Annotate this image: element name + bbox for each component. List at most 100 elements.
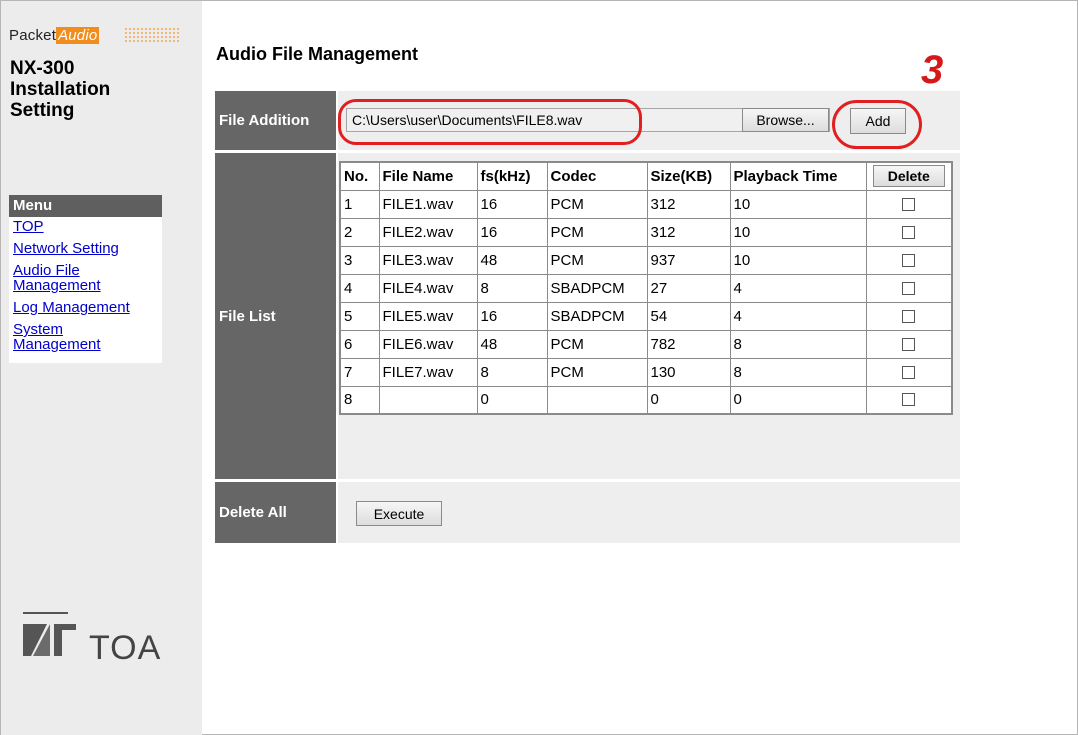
cell-delete-checkbox (865, 301, 953, 331)
delete-checkbox[interactable] (902, 281, 916, 295)
cell-playback-time: 10 (729, 189, 867, 219)
sidebar: Packet Audio NX-300 Installation Setting … (1, 1, 202, 735)
menu-header: Menu (9, 195, 162, 217)
menu-list: TOP Network Setting Audio File Managemen… (9, 217, 162, 363)
cell-fs: 0 (476, 385, 548, 415)
cell-size: 312 (646, 217, 731, 247)
cell-file-name: FILE3.wav (378, 245, 478, 275)
cell-fs: 8 (476, 273, 548, 303)
cell-no: 1 (339, 189, 380, 219)
table-row: 7 FILE7.wav 8 PCM 130 8 (339, 357, 953, 387)
product-model: NX-300 (10, 58, 75, 79)
cell-file-name: FILE4.wav (378, 273, 478, 303)
cell-playback-time: 8 (729, 329, 867, 359)
cell-delete-checkbox (865, 217, 953, 247)
cell-codec: SBADPCM (546, 301, 648, 331)
cell-size: 0 (646, 385, 731, 415)
delete-checkbox[interactable] (902, 337, 916, 351)
cell-delete-checkbox (865, 245, 953, 275)
col-playback-time: Playback Time (729, 161, 867, 191)
cell-file-name: FILE6.wav (378, 329, 478, 359)
table-row: 2 FILE2.wav 16 PCM 312 10 (339, 217, 953, 247)
cell-fs: 16 (476, 301, 548, 331)
delete-checkbox[interactable] (902, 365, 916, 379)
cell-file-name: FILE7.wav (378, 357, 478, 387)
cell-delete-checkbox (865, 329, 953, 359)
delete-checkbox[interactable] (902, 309, 916, 323)
product-title: NX-300 Installation Setting (10, 58, 110, 121)
browse-button[interactable]: Browse... (742, 108, 829, 132)
menu-item-network-setting[interactable]: Network Setting (13, 241, 162, 256)
toa-logo-icon (23, 624, 76, 656)
cell-codec: PCM (546, 217, 648, 247)
cell-codec: SBADPCM (546, 273, 648, 303)
cell-size: 937 (646, 245, 731, 275)
cell-playback-time: 0 (729, 385, 867, 415)
cell-delete-checkbox (865, 385, 953, 415)
col-fs: fs(kHz) (476, 161, 548, 191)
col-no: No. (339, 161, 380, 191)
table-row: 6 FILE6.wav 48 PCM 782 8 (339, 329, 953, 359)
col-delete: Delete (865, 161, 953, 191)
table-row: 4 FILE4.wav 8 SBADPCM 27 4 (339, 273, 953, 303)
table-row: 5 FILE5.wav 16 SBADPCM 54 4 (339, 301, 953, 331)
page-title: Audio File Management (216, 44, 419, 64)
product-line3: Setting (10, 100, 75, 121)
cell-codec: PCM (546, 189, 648, 219)
cell-delete-checkbox (865, 357, 953, 387)
delete-checkbox[interactable] (902, 253, 916, 267)
logo-dots-icon (124, 27, 180, 43)
cell-fs: 8 (476, 357, 548, 387)
cell-fs: 48 (476, 329, 548, 359)
cell-no: 8 (339, 385, 380, 415)
cell-size: 312 (646, 189, 731, 219)
file-addition-label: File Addition (215, 91, 336, 150)
logo-audio-text: Audio (56, 27, 100, 44)
packet-audio-logo: Packet Audio (9, 27, 100, 44)
cell-playback-time: 10 (729, 245, 867, 275)
menu-item-log-management[interactable]: Log Management (13, 300, 162, 315)
menu: Menu TOP Network Setting Audio File Mana… (9, 195, 162, 363)
step-number-annotation: 3 (921, 48, 944, 92)
cell-no: 6 (339, 329, 380, 359)
cell-playback-time: 4 (729, 301, 867, 331)
cell-delete-checkbox (865, 189, 953, 219)
table-row: 3 FILE3.wav 48 PCM 937 10 (339, 245, 953, 275)
col-size: Size(KB) (646, 161, 731, 191)
file-list-label: File List (215, 153, 336, 479)
add-button[interactable]: Add (850, 108, 906, 134)
delete-checkbox[interactable] (902, 197, 916, 211)
cell-fs: 16 (476, 217, 548, 247)
cell-codec: PCM (546, 329, 648, 359)
logo-packet-text: Packet (9, 27, 57, 44)
cell-no: 7 (339, 357, 380, 387)
cell-codec: PCM (546, 245, 648, 275)
cell-file-name: FILE5.wav (378, 301, 478, 331)
cell-playback-time: 8 (729, 357, 867, 387)
cell-size: 54 (646, 301, 731, 331)
delete-button[interactable]: Delete (872, 165, 945, 188)
delete-all-label: Delete All (215, 482, 336, 543)
product-line2: Installation (10, 79, 111, 100)
cell-file-name: FILE2.wav (378, 217, 478, 247)
menu-item-top[interactable]: TOP (13, 219, 162, 234)
cell-size: 27 (646, 273, 731, 303)
col-file-name: File Name (378, 161, 478, 191)
cell-fs: 48 (476, 245, 548, 275)
cell-size: 782 (646, 329, 731, 359)
cell-file-name: FILE1.wav (378, 189, 478, 219)
delete-checkbox[interactable] (902, 225, 916, 239)
cell-delete-checkbox (865, 273, 953, 303)
menu-item-audio-file-management[interactable]: Audio File Management (13, 263, 123, 293)
execute-button[interactable]: Execute (356, 501, 442, 526)
delete-checkbox[interactable] (902, 393, 916, 407)
cell-no: 5 (339, 301, 380, 331)
cell-codec: PCM (546, 357, 648, 387)
file-list-table: No. File Name fs(kHz) Codec Size(KB) Pla… (339, 161, 953, 415)
toa-logo-text: TOA (89, 629, 162, 667)
table-header-row: No. File Name fs(kHz) Codec Size(KB) Pla… (339, 161, 953, 191)
cell-no: 2 (339, 217, 380, 247)
table-row: 8000 (339, 385, 953, 415)
cell-no: 4 (339, 273, 380, 303)
menu-item-system-management[interactable]: System Management (13, 322, 123, 352)
